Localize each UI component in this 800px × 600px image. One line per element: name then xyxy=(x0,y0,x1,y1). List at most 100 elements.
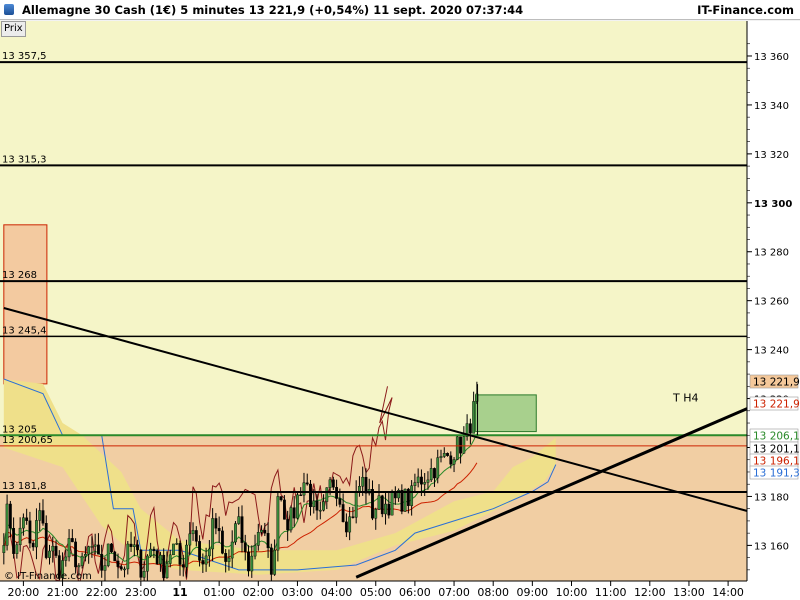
x-tick-label: 22:00 xyxy=(86,586,118,599)
candle-down xyxy=(344,521,348,533)
candle-down xyxy=(351,516,355,518)
candle-up xyxy=(142,571,146,578)
watermark: © IT-Finance.com xyxy=(4,571,92,582)
candle-up xyxy=(149,548,153,557)
candle-down xyxy=(247,551,250,572)
candle-down xyxy=(286,519,290,531)
level-label: 13 245,4 xyxy=(2,325,47,336)
candle-up xyxy=(426,479,430,483)
candle-up xyxy=(106,543,110,566)
candle-up xyxy=(361,476,365,487)
candle-up xyxy=(145,555,149,572)
candle-down xyxy=(31,542,35,548)
x-tick-label: 21:00 xyxy=(47,586,79,599)
x-tick-label: 01:00 xyxy=(203,586,235,599)
candle-down xyxy=(44,523,48,558)
annotation-th4: T H4 xyxy=(672,391,699,404)
candle-up xyxy=(439,456,443,458)
price-label-box[interactable]: Prix xyxy=(1,21,26,37)
candle-up xyxy=(354,491,358,518)
candle-down xyxy=(41,510,45,524)
candle-up xyxy=(15,544,19,554)
candle-down xyxy=(459,436,462,454)
candle-down xyxy=(283,499,286,520)
candle-down xyxy=(155,550,159,565)
candle-up xyxy=(207,548,211,557)
candle-down xyxy=(380,495,384,515)
level-label: 13 357,5 xyxy=(2,51,47,62)
zone-resistance_box xyxy=(3,224,48,385)
y-tick-label: 13 300 xyxy=(754,199,792,210)
x-tick-label: 06:00 xyxy=(399,586,431,599)
candle-up xyxy=(90,546,94,548)
candle-up xyxy=(48,550,51,558)
candle-up xyxy=(413,482,417,486)
candle-down xyxy=(221,530,224,554)
candle-up xyxy=(312,500,316,508)
candle-up xyxy=(103,565,107,571)
candle-up xyxy=(374,509,378,519)
candle-up xyxy=(234,523,237,543)
level-label: 13 268 xyxy=(2,270,37,281)
candle-down xyxy=(315,500,319,511)
candlestick-chart: 13 357,513 315,313 26813 245,413 20513 2… xyxy=(0,21,800,600)
candle-up xyxy=(18,527,22,546)
x-tick-label: 08:00 xyxy=(477,586,509,599)
candle-down xyxy=(116,560,120,567)
zone-support_box xyxy=(475,394,537,433)
candle-up xyxy=(322,501,325,511)
candle-down xyxy=(100,553,104,571)
candle-down xyxy=(110,543,113,553)
candle-up xyxy=(230,541,234,559)
candle-up xyxy=(227,557,231,562)
x-tick-label: 13:00 xyxy=(673,586,705,599)
candle-down xyxy=(468,423,472,434)
y-tick-label: 13 160 xyxy=(754,541,789,552)
candle-up xyxy=(348,516,352,533)
candle-up xyxy=(188,533,192,546)
candle-up xyxy=(35,520,38,548)
candle-down xyxy=(240,516,244,543)
candle-down xyxy=(152,548,156,551)
candle-down xyxy=(387,503,391,516)
candle-down xyxy=(446,453,449,456)
candle-up xyxy=(172,543,175,556)
candle-up xyxy=(377,495,381,510)
candle-down xyxy=(214,518,218,529)
candle-up xyxy=(472,401,476,434)
candle-up xyxy=(2,545,6,553)
candle-down xyxy=(331,479,335,488)
y-tick-label: 13 360 xyxy=(754,52,789,63)
candle-up xyxy=(455,436,459,460)
candle-down xyxy=(201,560,205,565)
candle-up xyxy=(273,549,277,575)
candle-up xyxy=(416,476,420,483)
candle-up xyxy=(260,529,263,533)
x-tick-label: 02:00 xyxy=(242,586,274,599)
candle-down xyxy=(178,543,182,565)
x-tick-label: 11 xyxy=(172,586,187,599)
candle-up xyxy=(67,538,71,558)
y-tick-label: 13 340 xyxy=(754,101,789,112)
candle-up xyxy=(256,532,260,546)
candle-down xyxy=(129,543,133,547)
candle-up xyxy=(126,543,130,570)
candle-up xyxy=(83,554,87,557)
candle-down xyxy=(136,544,139,551)
candle-up xyxy=(436,457,440,479)
candle-up xyxy=(51,545,55,552)
candle-down xyxy=(8,503,12,529)
candle-up xyxy=(204,555,208,565)
candle-down xyxy=(279,496,283,501)
price-tag-label: 13 221,9 xyxy=(753,377,800,389)
price-tag-label: 13 191,3 xyxy=(753,468,800,480)
x-tick-label: 11:00 xyxy=(595,586,627,599)
candle-down xyxy=(266,532,270,549)
candle-up xyxy=(168,554,172,564)
candle-up xyxy=(328,479,332,488)
candle-up xyxy=(253,545,257,557)
candle-up xyxy=(211,518,215,550)
candle-down xyxy=(113,551,117,562)
candle-up xyxy=(237,516,241,524)
candle-up xyxy=(452,459,456,465)
